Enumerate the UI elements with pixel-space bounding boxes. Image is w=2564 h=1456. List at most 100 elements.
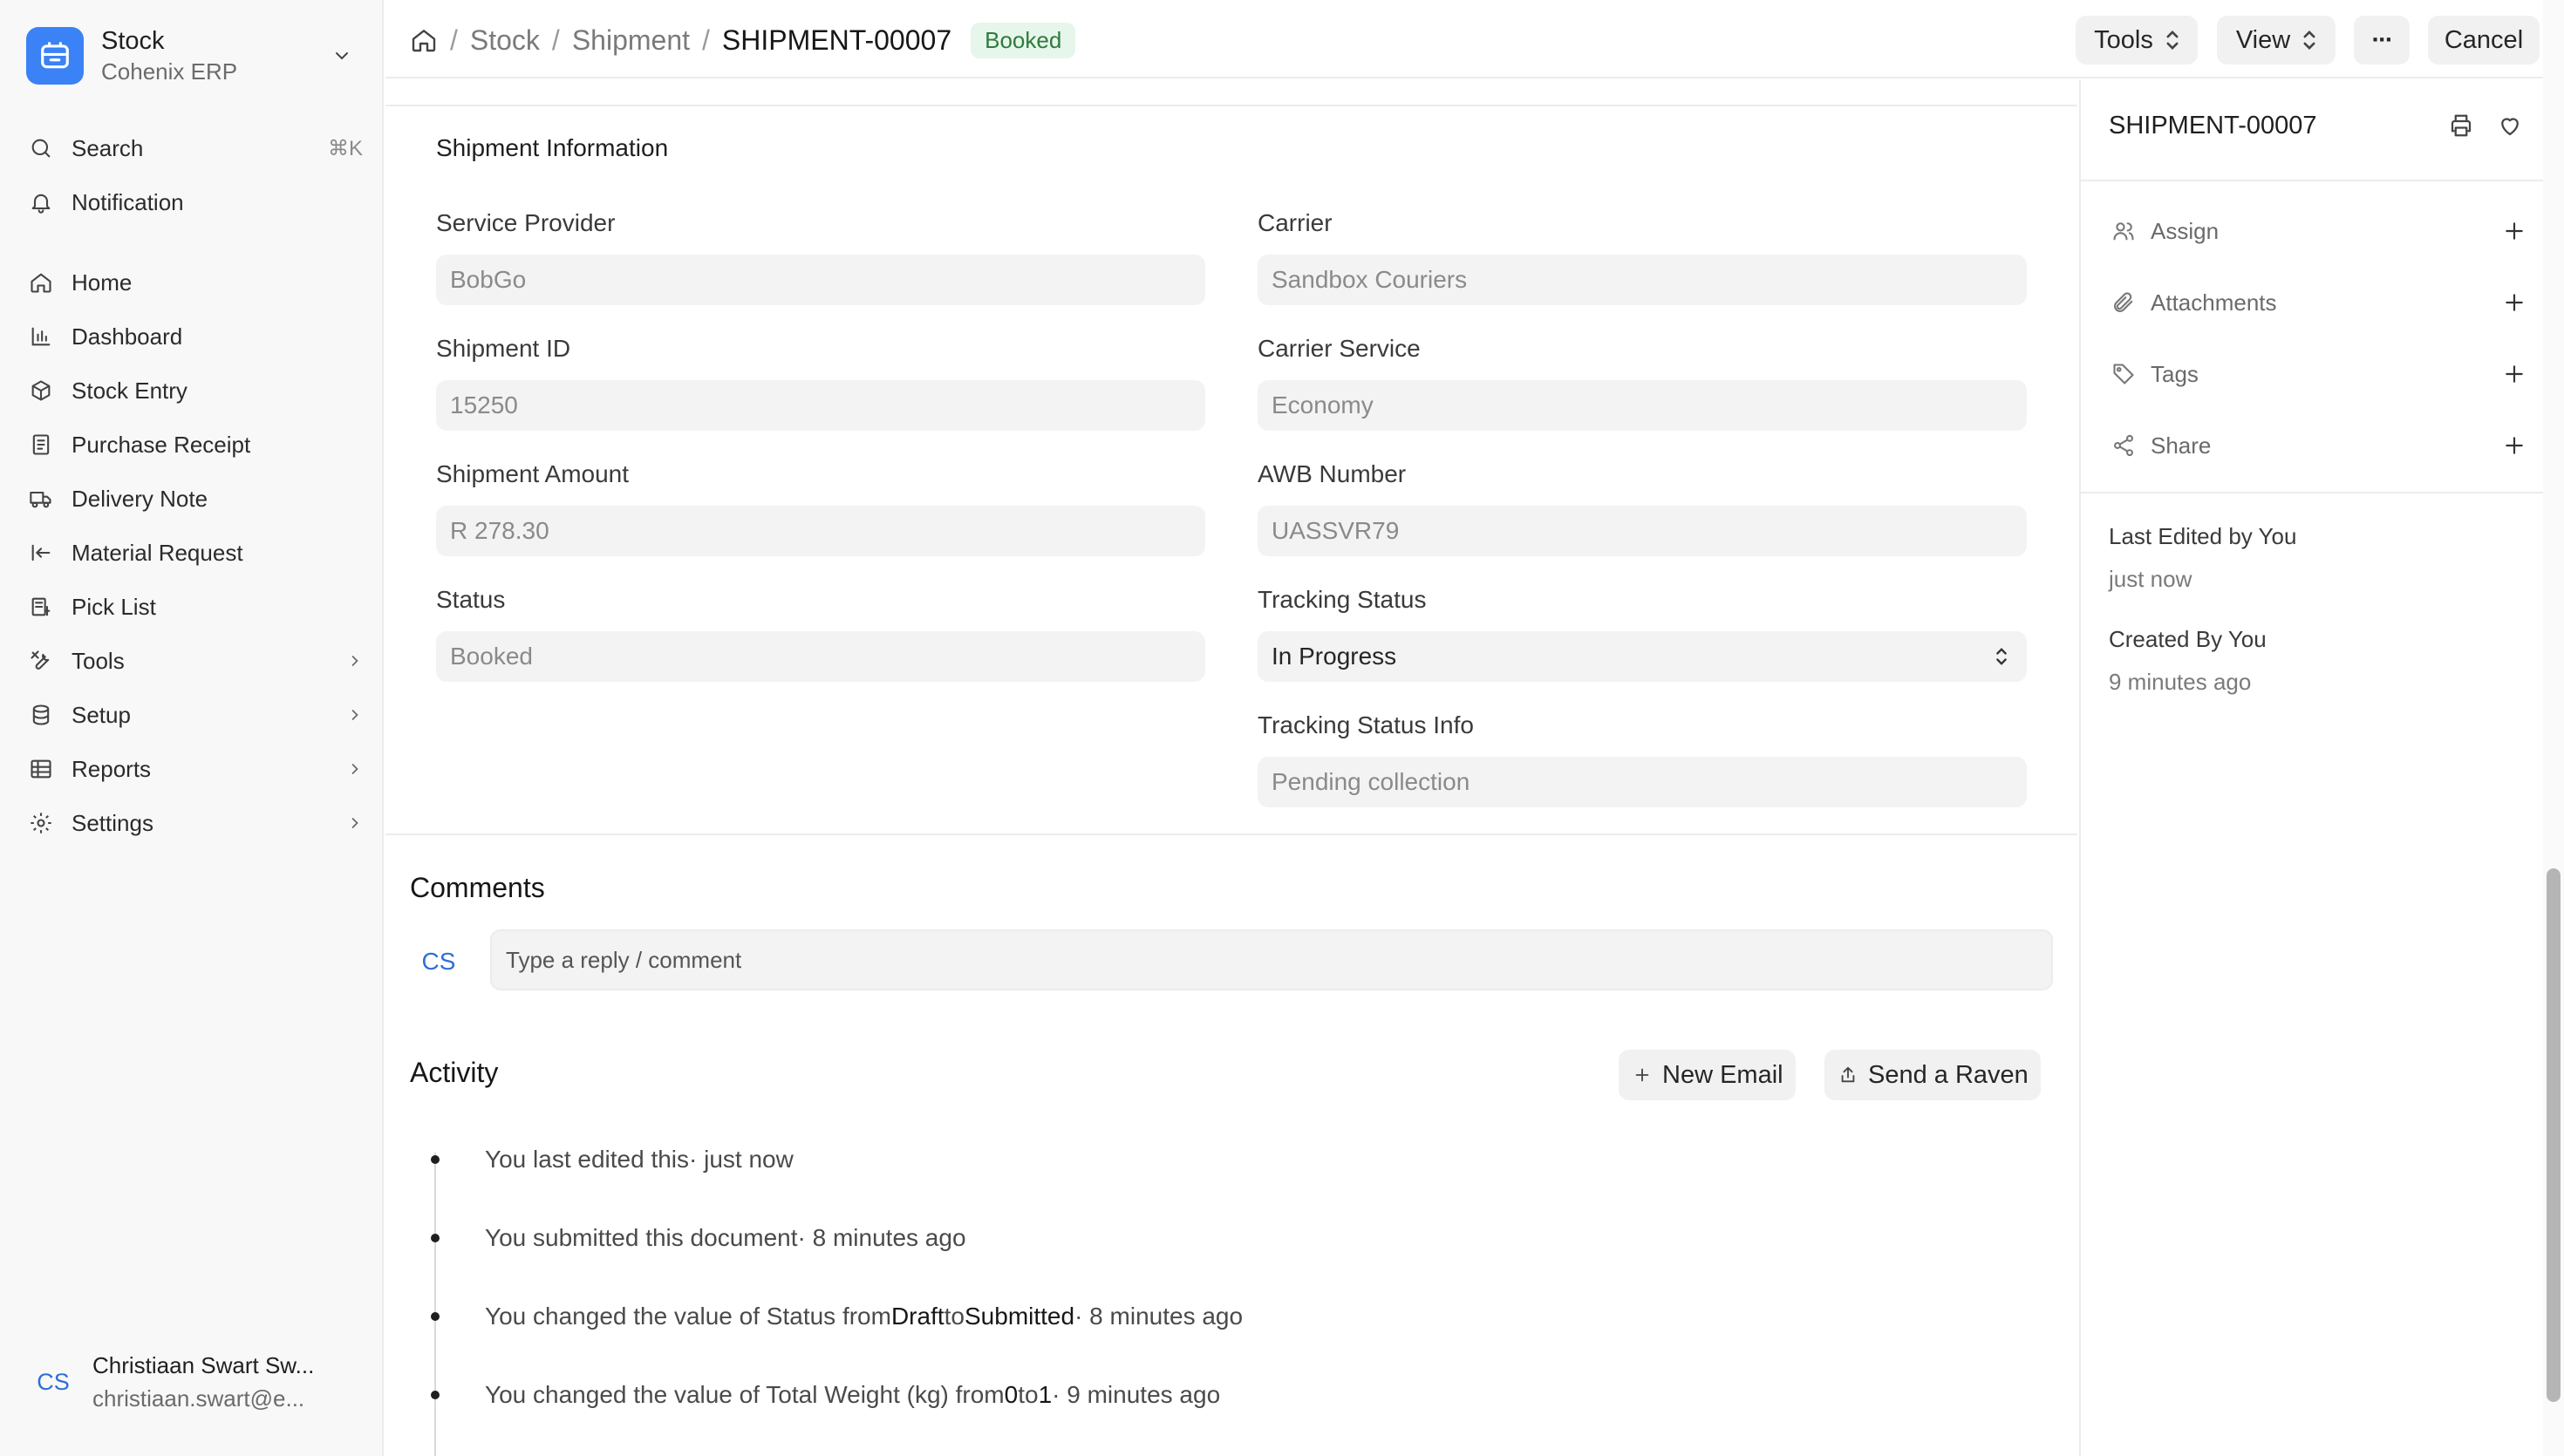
sidebar-item-tools[interactable]: Tools [26,639,368,683]
gear-icon [26,808,56,838]
share-upload-icon [1837,1064,1859,1086]
last-edited-time: just now [2109,566,2192,592]
tools-dropdown-button[interactable]: Tools [2076,16,2198,65]
sidebar-item-label: Purchase Receipt [72,431,251,458]
database-icon [26,700,56,730]
shipment-id-field[interactable]: 15250 [436,380,1205,431]
sidebar-item-home[interactable]: Home [26,261,368,304]
breadcrumb-stock[interactable]: Stock [470,24,540,57]
comments-title: Comments [410,872,545,903]
user-email: christiaan.swart@e... [92,1385,305,1412]
tracking-status-info-field[interactable]: Pending collection [1258,757,2027,807]
sidebar-item-reports[interactable]: Reports [26,747,368,791]
users-icon [2109,216,2138,246]
field-label: Service Provider [436,209,616,236]
attachments-row[interactable]: Attachments [2109,281,2527,324]
sidebar-item-settings[interactable]: Settings [26,801,368,845]
plus-icon[interactable] [2501,432,2527,459]
view-dropdown-button[interactable]: View [2217,16,2336,65]
created-time: 9 minutes ago [2109,669,2252,695]
status-field[interactable]: Booked [436,631,1205,682]
service-provider-field[interactable]: BobGo [436,255,1205,305]
sidebar-item-delivery-note[interactable]: Delivery Note [26,477,368,520]
chevron-right-icon [342,702,368,728]
tools-button-label: Tools [2094,25,2153,54]
sidebar-item-purchase-receipt[interactable]: Purchase Receipt [26,423,368,466]
last-edited-label: Last Edited by You [2109,523,2297,549]
chevron-right-icon [342,756,368,782]
printer-icon[interactable] [2445,110,2477,141]
share-row[interactable]: Share [2109,424,2527,467]
user-name: Christiaan Swart Sw... [92,1352,315,1378]
divider [385,833,2077,835]
workspace-org: Cohenix ERP [101,58,238,85]
scrollbar-thumb[interactable] [2547,868,2561,1402]
sidebar-item-material-request[interactable]: Material Request [26,531,368,575]
cancel-button[interactable]: Cancel [2428,16,2540,65]
field-label: Tracking Status Info [1258,711,1474,738]
tags-row[interactable]: Tags [2109,352,2527,396]
shipment-amount-field[interactable]: R 278.30 [436,506,1205,556]
new-email-button[interactable]: New Email [1619,1050,1796,1100]
timeline-dot [431,1155,440,1164]
divider [2081,492,2545,493]
more-actions-button[interactable]: ··· [2354,16,2410,65]
sidebar-item-label: Home [72,269,133,296]
plus-icon [1631,1064,1654,1086]
pick-list-icon [26,592,56,622]
workspace-name: Stock [101,27,165,55]
plus-icon[interactable] [2501,218,2527,244]
divider [2081,180,2545,181]
send-raven-button[interactable]: Send a Raven [1824,1050,2041,1100]
sidebar-item-label: Settings [72,809,153,836]
bell-icon [26,187,56,217]
sidebar-item-label: Dashboard [72,323,183,350]
breadcrumb-shipment[interactable]: Shipment [572,24,690,57]
plus-icon[interactable] [2501,289,2527,316]
timeline-dot [431,1391,440,1399]
bar-chart-icon [26,322,56,351]
activity-title: Activity [410,1057,499,1088]
tracking-status-select[interactable]: In Progress [1258,631,2027,682]
created-label: Created By You [2109,626,2267,652]
sidebar-item-setup[interactable]: Setup [26,693,368,737]
sidebar-item-label: Stock Entry [72,377,188,404]
sidebar-notification[interactable]: Notification [26,180,368,224]
sidebar-notification-label: Notification [72,188,184,215]
assign-row[interactable]: Assign [2109,209,2527,253]
carrier-field[interactable]: Sandbox Couriers [1258,255,2027,305]
home-icon[interactable] [410,26,438,54]
workspace-switcher[interactable]: Stock Cohenix ERP [26,23,358,89]
heart-icon[interactable] [2494,110,2526,141]
chevron-up-down-icon [2166,31,2179,50]
side-panel: SHIPMENT-00007 Assign Attachments Tags S… [2079,80,2545,1456]
chevron-right-icon [342,648,368,674]
chevron-up-down-icon [1996,648,2007,665]
sidebar-item-pick-list[interactable]: Pick List [26,585,368,629]
plus-icon[interactable] [2501,361,2527,387]
sidebar-item-dashboard[interactable]: Dashboard [26,315,368,358]
attachments-label: Attachments [2151,289,2277,316]
paperclip-icon [2109,288,2138,317]
field-label: Tracking Status [1258,586,1427,613]
comment-input[interactable]: Type a reply / comment [490,929,2053,990]
sidebar-search[interactable]: Search ⌘K [26,126,368,170]
awb-number-field[interactable]: UASSVR79 [1258,506,2027,556]
sidebar-item-label: Material Request [72,539,243,566]
home-icon [26,268,56,297]
assign-label: Assign [2151,217,2220,244]
carrier-service-field[interactable]: Economy [1258,380,2027,431]
view-button-label: View [2235,25,2291,54]
more-horizontal-icon: ··· [2371,25,2394,54]
truck-icon [26,484,56,514]
activity-item: You submitted this document · 8 minutes … [427,1221,966,1255]
field-label: Carrier Service [1258,335,1421,362]
cancel-button-label: Cancel [2444,25,2524,54]
chevron-down-icon [326,40,358,71]
activity-item: You changed the value of Status from Dra… [427,1299,1243,1334]
breadcrumb-separator: / [702,24,710,56]
section-title: Shipment Information [436,134,669,161]
user-menu[interactable]: CS Christiaan Swart Sw... christiaan.swa… [26,1343,368,1421]
sidebar-item-label: Reports [72,755,152,782]
sidebar-item-stock-entry[interactable]: Stock Entry [26,369,368,412]
